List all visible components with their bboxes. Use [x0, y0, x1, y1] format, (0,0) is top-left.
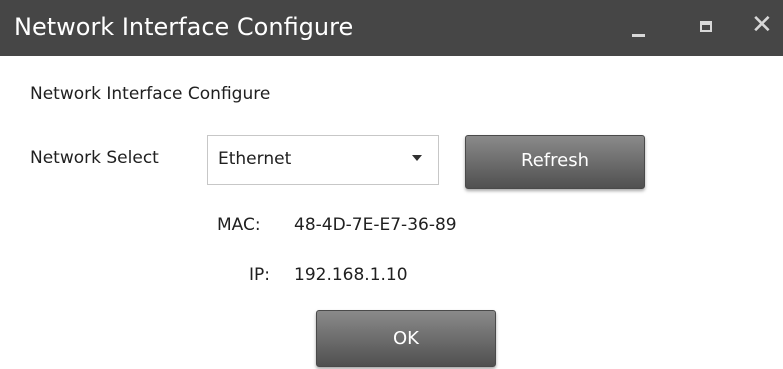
- mac-label: MAC:: [217, 215, 261, 235]
- ip-value: 192.168.1.10: [294, 265, 408, 285]
- network-select-label: Network Select: [30, 148, 159, 168]
- window-title: Network Interface Configure: [14, 13, 354, 41]
- close-button[interactable]: ✕: [745, 0, 783, 56]
- ip-label: IP:: [249, 265, 270, 285]
- close-icon: ✕: [751, 10, 773, 40]
- chevron-down-icon: [412, 155, 422, 161]
- network-select-dropdown[interactable]: Ethernet: [207, 135, 439, 185]
- maximize-button[interactable]: [686, 0, 726, 56]
- ok-button[interactable]: OK: [316, 310, 496, 367]
- network-select-value: Ethernet: [218, 149, 292, 169]
- minimize-button[interactable]: [618, 0, 658, 56]
- minimize-icon: [632, 34, 645, 37]
- refresh-button[interactable]: Refresh: [465, 135, 645, 189]
- maximize-icon: [700, 21, 712, 32]
- section-heading: Network Interface Configure: [30, 84, 271, 104]
- network-interface-configure-window: Network Interface Configure ✕ Network In…: [0, 0, 783, 369]
- mac-value: 48-4D-7E-E7-36-89: [294, 215, 457, 235]
- title-bar[interactable]: Network Interface Configure ✕: [0, 0, 783, 56]
